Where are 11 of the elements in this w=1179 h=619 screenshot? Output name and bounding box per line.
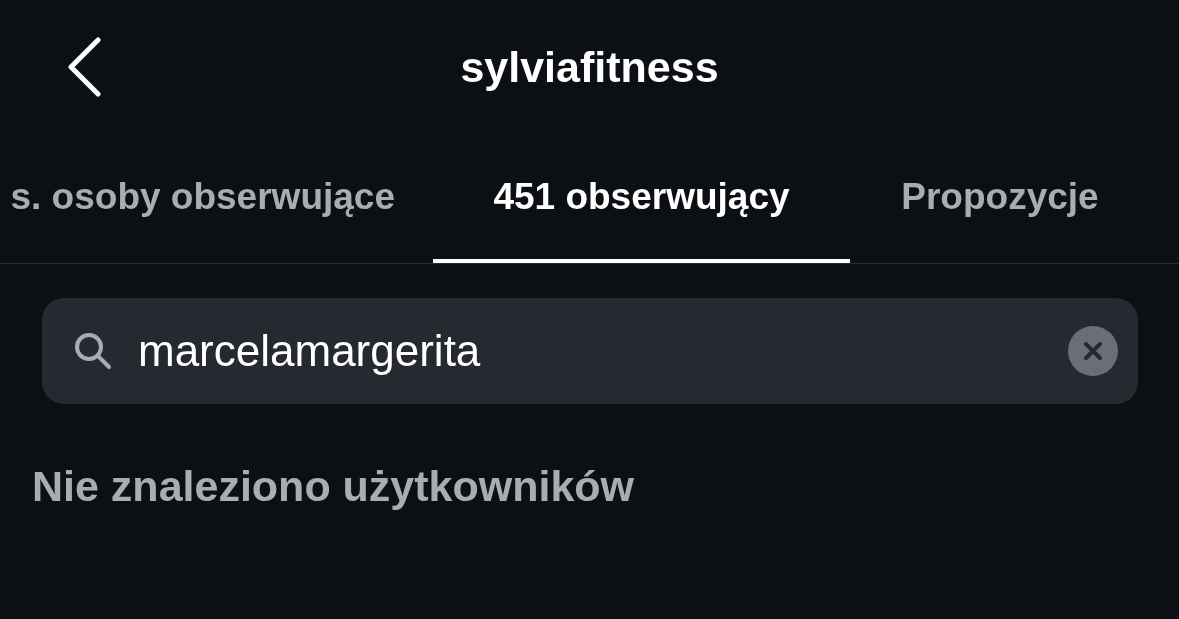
- back-icon[interactable]: [66, 37, 102, 97]
- tab[interactable]: Propozycje: [850, 135, 1150, 263]
- empty-message: Nie znaleziono użytkowników: [32, 462, 636, 511]
- search-icon: [72, 330, 114, 372]
- profile-username: sylviafitness: [460, 43, 719, 92]
- search-input[interactable]: marcelamargerita: [138, 326, 1044, 376]
- tab[interactable]: 451 obserwujący: [433, 135, 850, 263]
- clear-button[interactable]: [1068, 326, 1118, 376]
- clear-icon: [1082, 340, 1104, 362]
- search-field[interactable]: marcelamargerita: [42, 298, 1138, 404]
- tab[interactable]: s. osoby obserwujące: [0, 135, 433, 263]
